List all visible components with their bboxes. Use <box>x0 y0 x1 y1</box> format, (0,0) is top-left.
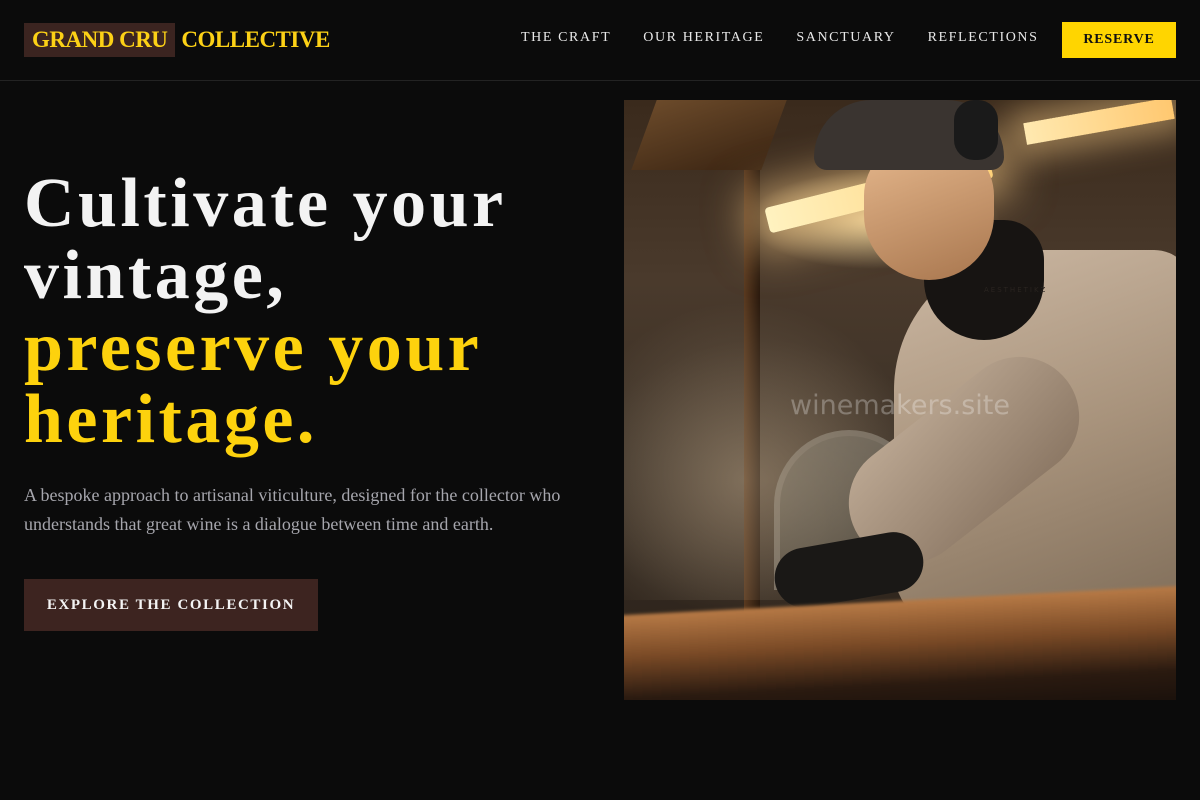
reserve-button[interactable]: RESERVE <box>1062 22 1176 58</box>
workbench <box>624 583 1176 700</box>
brand-logo[interactable]: GRAND CRU COLLECTIVE <box>24 23 330 57</box>
main-nav: THE CRAFT OUR HERITAGE SANCTUARY REFLECT… <box>521 29 1039 47</box>
headline-line-3: preserve your <box>24 309 483 386</box>
site-header: GRAND CRU COLLECTIVE THE CRAFT OUR HERIT… <box>0 0 1200 81</box>
ceiling-beam <box>631 100 787 170</box>
explore-collection-button[interactable]: EXPLORE THE COLLECTION <box>24 579 318 631</box>
nav-item-the-craft[interactable]: THE CRAFT <box>521 29 611 47</box>
image-watermark: winemakers.site <box>790 390 1010 421</box>
nav-item-our-heritage[interactable]: OUR HERITAGE <box>643 29 764 47</box>
hero-headline: Cultivate your vintage, preserve your he… <box>24 168 604 456</box>
hero-image: AESTHETIKZ winemakers.site <box>624 100 1176 700</box>
headline-line-1: Cultivate your <box>24 165 507 242</box>
nav-item-reflections[interactable]: REFLECTIONS <box>928 29 1039 47</box>
hero-subtext: A bespoke approach to artisanal viticult… <box>24 485 561 534</box>
shirt-logo: AESTHETIKZ <box>984 286 1048 294</box>
headline-line-2: vintage, <box>24 237 288 314</box>
ear-protection <box>954 100 998 160</box>
brand-logo-highlight: GRAND CRU <box>24 23 176 57</box>
nav-item-sanctuary[interactable]: SANCTUARY <box>796 29 895 47</box>
brand-logo-text: COLLECTIVE <box>181 27 330 52</box>
headline-line-4: heritage. <box>24 381 318 458</box>
light-fixture-back <box>1023 100 1175 145</box>
